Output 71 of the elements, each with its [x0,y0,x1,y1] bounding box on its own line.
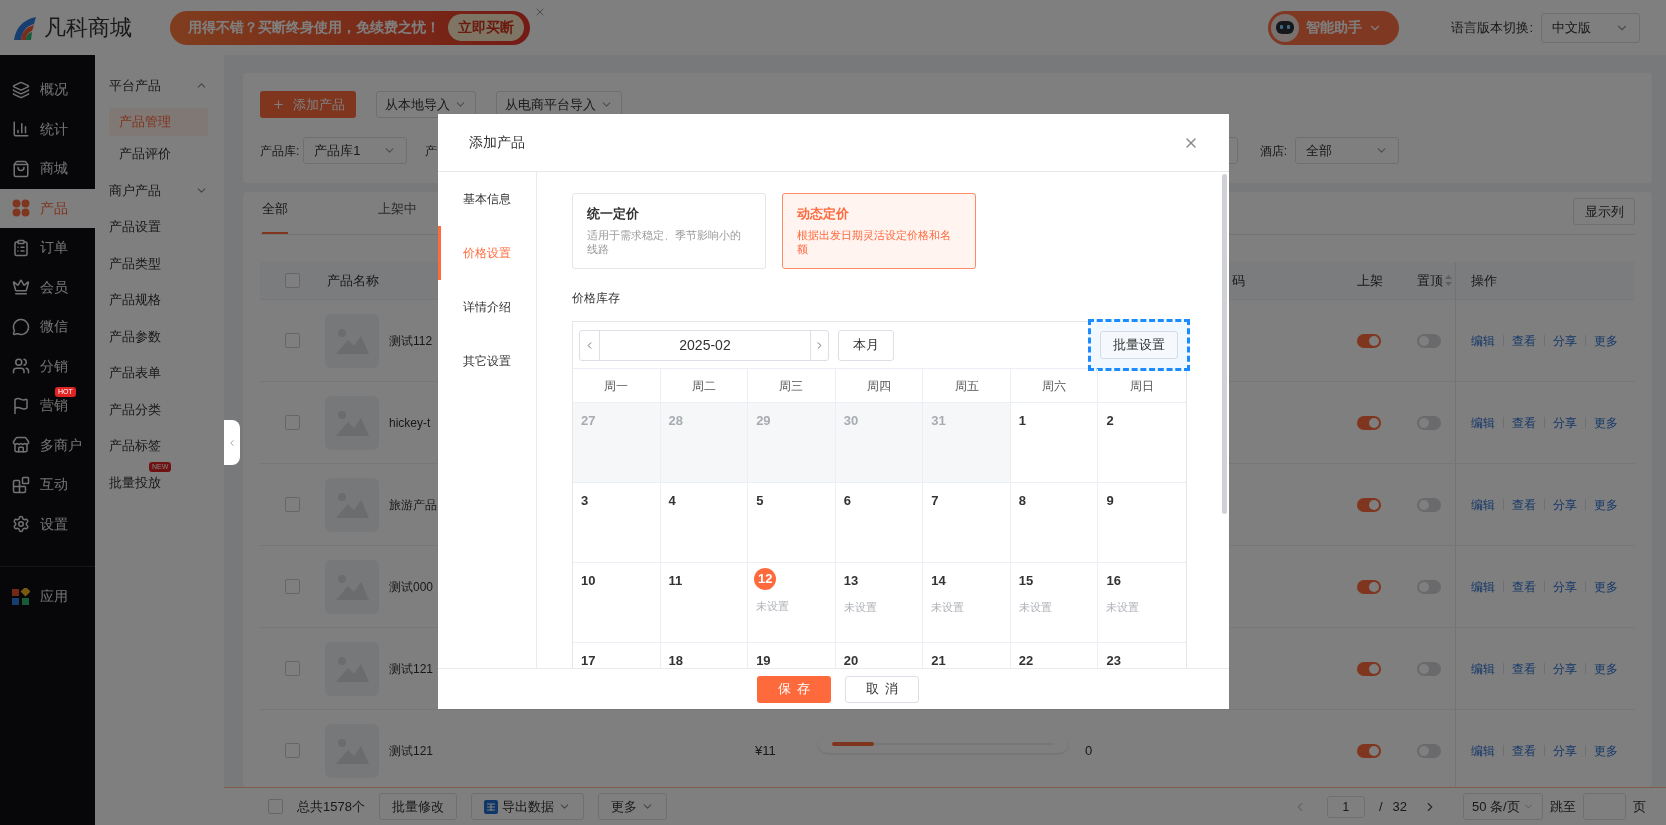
option-description: 根据出发日期灵活设定价格和名额 [797,227,952,256]
column-header: 产品名称 [327,271,379,290]
column-header: 操作 [1471,271,1497,290]
weekday-label: 周一 [604,377,629,395]
price-status: 未设置 [931,599,966,615]
product-name: 测试112 [389,332,433,350]
day-number: 4 [668,492,677,510]
column-header: 码 [1232,271,1245,290]
product-name: 测试121 [389,660,434,678]
stock-text: 0 [1085,742,1093,758]
day-number: 20 [843,652,860,668]
day-number: 12 [754,568,777,590]
page-total: 32 [1392,797,1407,816]
option-title: 动态定价 [797,205,850,223]
day-number: 17 [581,652,597,668]
section-label: 价格库存 [572,290,621,307]
weekday-label: 周三 [779,377,804,395]
day-number: 19 [756,652,772,668]
jump-label: 跳至 [1550,797,1576,816]
weekday-label: 周日 [1130,377,1155,395]
day-number: 9 [1106,492,1115,510]
price-status: 未设置 [843,599,878,615]
day-number: 2 [1106,412,1115,430]
modal-title: 添加产品 [469,133,525,152]
product-name: 测试000 [389,578,434,596]
day-number: 3 [581,492,590,510]
day-number: 16 [1106,572,1122,590]
product-name: hickey-t [389,414,431,432]
day-number: 21 [931,652,947,668]
option-title: 统一定价 [587,205,640,223]
logo-text: 凡科商城 [44,14,132,42]
weekday-label: 周二 [691,377,716,395]
filter-label: 酒店: [1259,142,1287,160]
day-number: 7 [931,492,940,510]
day-number: 23 [1106,652,1122,668]
day-number: 18 [668,652,685,668]
price-status: 未设置 [756,599,791,614]
total-count: 总共1578个 [297,797,365,816]
option-description: 适用于需求稳定、季节影响小的线路 [587,227,742,256]
price-text: ¥11 [755,742,776,758]
day-number: 28 [668,412,685,430]
day-number: 27 [581,412,597,430]
day-number: 15 [1018,572,1035,590]
page-unit: 页 [1633,797,1646,816]
filter-label: 产 [425,142,438,160]
weekday-label: 周五 [954,377,979,395]
column-header: 置顶 [1417,271,1443,290]
price-status: 未设置 [1018,599,1053,615]
page-separator: / [1378,797,1383,816]
day-number: 29 [756,412,772,430]
product-name: 旅游产品 [389,496,437,514]
day-number: 10 [581,572,597,590]
filter-label: 产品库: [260,142,300,160]
day-number: 22 [1018,652,1035,668]
promo-text: 用得不错？买断终身使用，免续费之忧！ [188,18,440,37]
assistant-label: 智能助手 [1306,18,1363,37]
column-header: 上架 [1357,271,1383,290]
day-number: 8 [1018,492,1028,510]
day-number: 30 [843,412,860,430]
language-label: 语言版本切换: [1451,18,1533,37]
weekday-label: 周四 [867,377,891,395]
weekday-label: 周六 [1042,377,1067,395]
day-number: 14 [931,572,947,590]
day-number: 31 [931,412,947,430]
product-name: 测试121 [389,742,434,760]
day-number: 13 [843,572,860,590]
day-number: 6 [843,492,852,510]
day-number: 5 [756,492,765,510]
day-number: 11 [668,572,684,590]
price-status: 未设置 [1106,599,1141,615]
day-number: 1 [1018,412,1028,430]
